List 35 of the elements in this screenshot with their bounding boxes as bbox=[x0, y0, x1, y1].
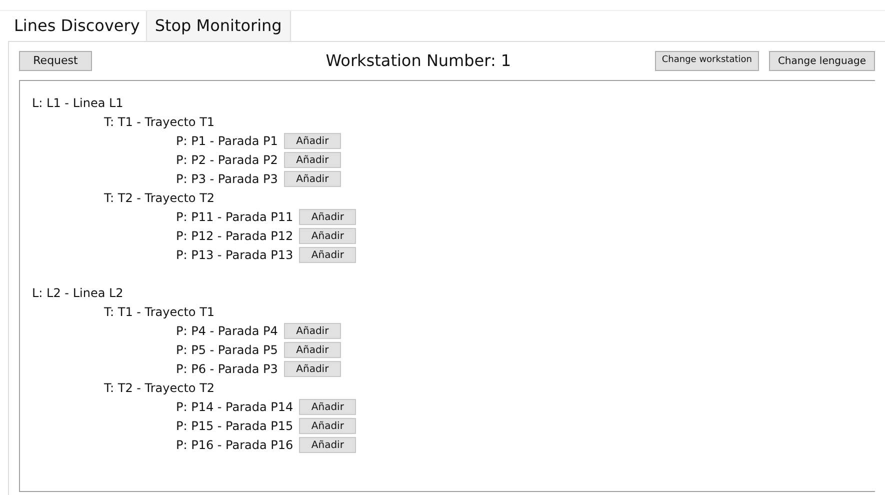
add-button[interactable]: Añadir bbox=[284, 342, 341, 358]
stop-node[interactable]: P: P12 - Parada P12 bbox=[176, 226, 294, 244]
add-button[interactable]: Añadir bbox=[284, 170, 341, 186]
toolbar-button[interactable]: Change lenguage bbox=[768, 51, 875, 71]
add-button[interactable]: Añadir bbox=[299, 418, 356, 434]
stop-node[interactable]: P: P13 - Parada P13 bbox=[176, 246, 294, 264]
route-node[interactable]: T: T1 - Trayecto T1 bbox=[104, 112, 215, 130]
add-button[interactable]: Añadir bbox=[284, 132, 341, 148]
request-button[interactable]: Request bbox=[19, 51, 92, 71]
add-button[interactable]: Añadir bbox=[299, 228, 356, 244]
stop-node[interactable]: P: P11 - Parada P11 bbox=[176, 208, 294, 226]
workstation-label: Workstation Number: 1 bbox=[326, 50, 512, 72]
tab[interactable]: Stop Monitoring bbox=[146, 11, 291, 41]
line-node[interactable]: L: L1 - Linea L1 bbox=[32, 94, 124, 112]
stop-node[interactable]: P: P2 - Parada P2 bbox=[176, 150, 278, 168]
stop-node[interactable]: P: P14 - Parada P14 bbox=[176, 398, 294, 416]
toolbar-button[interactable]: Change workstation bbox=[654, 51, 759, 71]
route-node[interactable]: T: T2 - Trayecto T2 bbox=[104, 188, 215, 206]
add-button[interactable]: Añadir bbox=[299, 398, 356, 414]
stop-node[interactable]: P: P6 - Parada P3 bbox=[176, 360, 278, 378]
add-button[interactable]: Añadir bbox=[299, 436, 356, 452]
stop-node[interactable]: P: P1 - Parada P1 bbox=[176, 132, 278, 150]
stop-node[interactable]: P: P16 - Parada P16 bbox=[176, 436, 294, 454]
add-button[interactable]: Añadir bbox=[299, 208, 356, 224]
stop-node[interactable]: P: P3 - Parada P3 bbox=[176, 170, 278, 188]
route-node[interactable]: T: T1 - Trayecto T1 bbox=[104, 302, 215, 320]
route-node[interactable]: T: T2 - Trayecto T2 bbox=[104, 378, 215, 396]
line-node[interactable]: L: L2 - Linea L2 bbox=[32, 284, 124, 302]
add-button[interactable]: Añadir bbox=[284, 360, 341, 376]
add-button[interactable]: Añadir bbox=[299, 246, 356, 262]
stop-node[interactable]: P: P4 - Parada P4 bbox=[176, 322, 278, 340]
add-button[interactable]: Añadir bbox=[284, 322, 341, 338]
stop-node[interactable]: P: P5 - Parada P5 bbox=[176, 340, 278, 358]
stop-node[interactable]: P: P15 - Parada P15 bbox=[176, 416, 294, 434]
add-button[interactable]: Añadir bbox=[284, 152, 341, 168]
